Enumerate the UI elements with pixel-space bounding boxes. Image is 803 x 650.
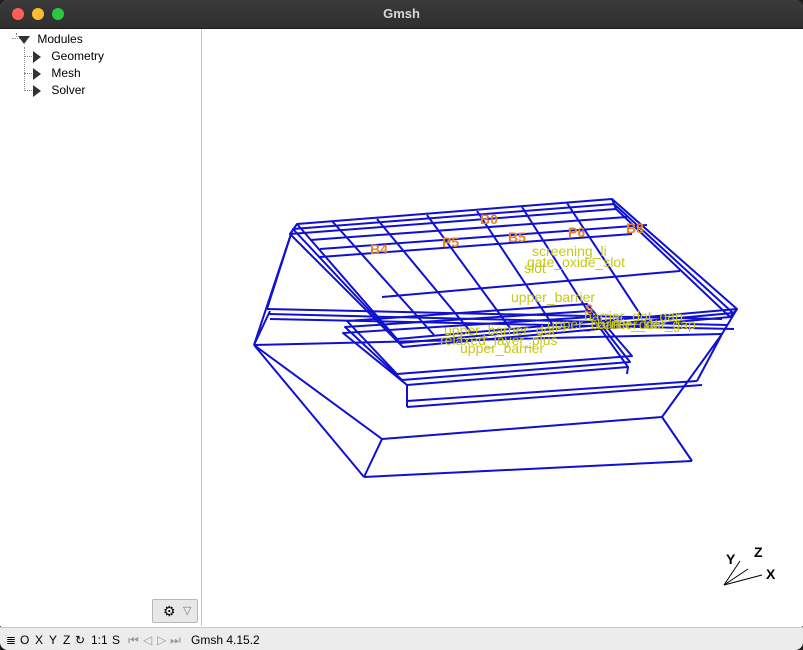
view-y-button[interactable]: Y (49, 632, 57, 648)
wire-line (253, 344, 383, 440)
tree-connector (24, 47, 25, 91)
wire-line (363, 460, 693, 478)
last-step-icon[interactable]: ⏭ (170, 632, 181, 648)
tree-item-solver-label: Solver (51, 83, 86, 97)
tree-connector (24, 73, 32, 74)
menu-icon[interactable]: ≣ (6, 632, 16, 648)
triangle-down-icon: ▽ (183, 605, 192, 617)
version-label: Gmsh 4.15.2 (191, 633, 260, 647)
tree-connector (16, 33, 17, 37)
wire-line (661, 416, 693, 462)
module-tree-panel: Modules Geometry Mesh Solver ⚙ ▽ (0, 29, 202, 626)
rotate-icon[interactable]: ↻ (75, 632, 85, 648)
gmsh-window: Gmsh Modules Geometry Mesh Solver ⚙ ▽ B4… (0, 0, 803, 650)
mesh-wireframe-canvas[interactable]: B4 P5 B0 B5 P6 B8 screening_li gate_oxid… (202, 29, 803, 626)
wire-line (253, 230, 293, 346)
tree-item-mesh-label: Mesh (51, 66, 81, 80)
wire-line (363, 438, 383, 478)
wire-line (626, 366, 629, 375)
view-x-button[interactable]: X (35, 632, 43, 648)
axis-z-label: Z (754, 544, 763, 560)
name-label: barrier_dot_gap (597, 316, 696, 332)
first-step-icon[interactable]: ⏮ (128, 632, 139, 648)
options-button[interactable]: ⚙ ▽ (152, 599, 198, 623)
axis-y-label: Y (726, 551, 736, 567)
title-bar[interactable]: Gmsh (0, 0, 803, 29)
physical-label: B0 (480, 211, 498, 227)
select-button[interactable]: S (112, 632, 120, 648)
tree-item-modules-label: Modules (37, 32, 83, 46)
status-bar: ≣ O X Y Z ↻ 1:1 S ⏮ ◁ ▷ ⏭ Gmsh 4.15.2 (0, 627, 803, 650)
name-label: upper_barrier (511, 289, 595, 305)
previous-step-icon[interactable]: ◁ (143, 632, 152, 648)
graphics-viewport[interactable]: B4 P5 B0 B5 P6 B8 screening_li gate_oxid… (202, 29, 803, 626)
gear-icon: ⚙ (163, 603, 176, 619)
tree-item-geometry[interactable]: Geometry (33, 48, 104, 64)
window-title: Gmsh (383, 6, 420, 21)
wire-line (406, 384, 703, 408)
tree-item-mesh[interactable]: Mesh (33, 65, 81, 81)
triangle-right-icon[interactable] (33, 84, 41, 97)
triangle-right-icon[interactable] (33, 50, 41, 63)
tree-item-geometry-label: Geometry (51, 49, 105, 63)
wire-line (696, 333, 723, 382)
triangle-right-icon[interactable] (33, 67, 41, 80)
name-label: upper_barrier (460, 340, 544, 356)
tree-connector (24, 90, 32, 91)
physical-label: S (585, 302, 593, 316)
physical-label: P6 (568, 224, 585, 240)
axis-x-label: X (766, 566, 776, 582)
physical-label: P5 (442, 234, 459, 250)
wire-line (253, 344, 365, 478)
tree-item-modules[interactable]: Modules (18, 31, 83, 47)
physical-label: B8 (626, 220, 644, 236)
scale-one-to-one-button[interactable]: 1:1 (91, 632, 108, 648)
physical-label: B5 (508, 229, 526, 245)
name-label: slot (524, 260, 546, 276)
next-step-icon[interactable]: ▷ (157, 632, 166, 648)
physical-label: B4 (370, 241, 388, 257)
wire-line (406, 380, 698, 402)
tree-connector (24, 56, 32, 57)
tree-item-solver[interactable]: Solver (33, 82, 85, 98)
triangle-down-icon[interactable] (18, 35, 30, 44)
view-z-button[interactable]: Z (63, 632, 70, 648)
view-origin-button[interactable]: O (20, 632, 29, 648)
